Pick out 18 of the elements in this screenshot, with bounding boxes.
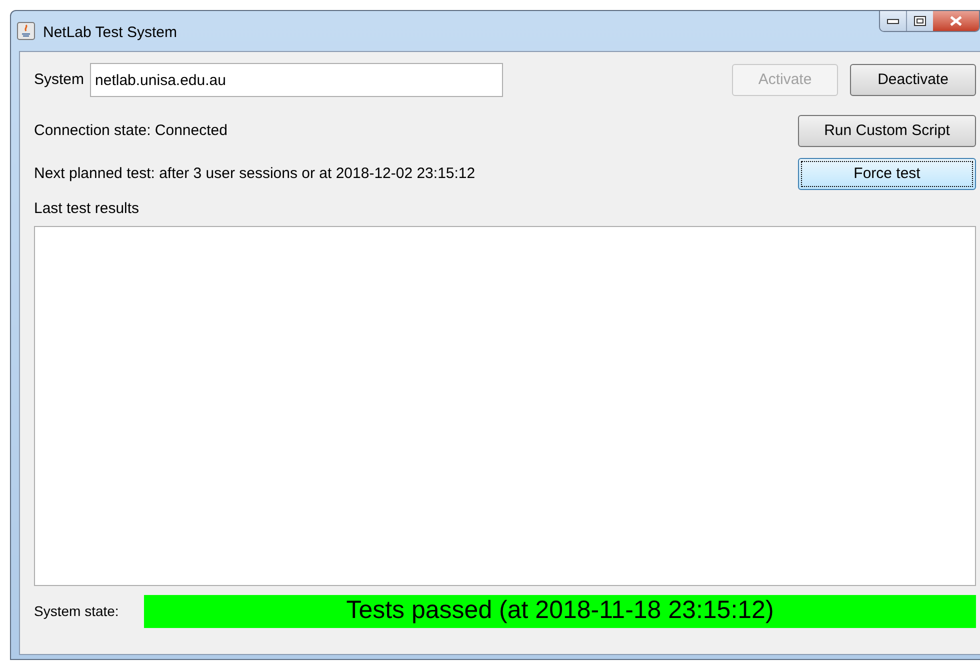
next-test-text: Next planned test: after 3 user sessions or at 2018-12-02 23:15:12	[34, 164, 476, 184]
action-button[interactable]: Force test	[798, 158, 976, 190]
system-field[interactable]: netlab.unisa.edu.au	[90, 63, 504, 97]
maximize-button[interactable]	[907, 11, 933, 31]
action-button[interactable]: Deactivate	[850, 64, 976, 96]
app-icon	[17, 22, 35, 40]
system-label: System	[34, 70, 84, 90]
connection-state: Connection state: Connected	[34, 120, 228, 141]
window-title: NetLab Test System	[43, 23, 177, 43]
state-label: System state:	[34, 602, 120, 621]
close-icon	[950, 16, 962, 26]
minimize-icon	[887, 18, 899, 24]
minimize-button[interactable]	[880, 11, 907, 31]
close-button[interactable]	[933, 11, 979, 31]
maximize-icon	[914, 16, 926, 26]
state-bar: Tests passed (at 2018-11-18 23:15:12)	[144, 594, 976, 628]
action-button[interactable]: Run Custom Script	[798, 115, 976, 147]
results-label: Last test results	[34, 198, 140, 219]
